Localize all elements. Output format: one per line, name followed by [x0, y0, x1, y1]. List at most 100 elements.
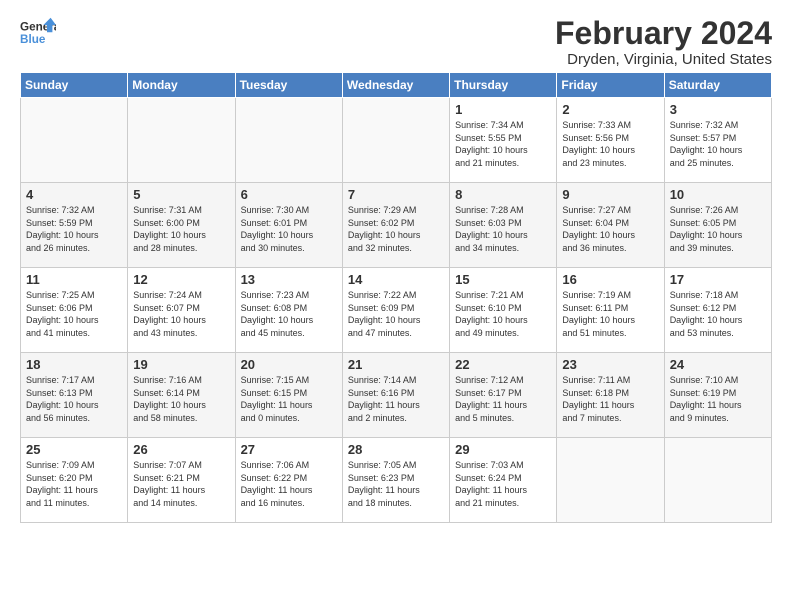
day-number: 21 [348, 357, 445, 372]
calendar-week-1: 1 Sunrise: 7:34 AM Sunset: 5:55 PM Daylig… [21, 98, 772, 183]
day-info: Sunrise: 7:24 AM Sunset: 6:07 PM Dayligh… [133, 289, 230, 339]
day-number: 7 [348, 187, 445, 202]
day-info: Sunrise: 7:06 AM Sunset: 6:22 PM Dayligh… [241, 459, 338, 509]
calendar-day [664, 438, 771, 523]
day-number: 8 [455, 187, 552, 202]
calendar-day: 2 Sunrise: 7:33 AM Sunset: 5:56 PM Daylig… [557, 98, 664, 183]
calendar-day: 12 Sunrise: 7:24 AM Sunset: 6:07 PM Dayli… [128, 268, 235, 353]
day-number: 12 [133, 272, 230, 287]
calendar-day: 27 Sunrise: 7:06 AM Sunset: 6:22 PM Dayli… [235, 438, 342, 523]
calendar-day: 6 Sunrise: 7:30 AM Sunset: 6:01 PM Daylig… [235, 183, 342, 268]
calendar-day [128, 98, 235, 183]
day-info: Sunrise: 7:23 AM Sunset: 6:08 PM Dayligh… [241, 289, 338, 339]
day-number: 25 [26, 442, 123, 457]
day-info: Sunrise: 7:10 AM Sunset: 6:19 PM Dayligh… [670, 374, 767, 424]
day-number: 14 [348, 272, 445, 287]
title-block: February 2024 Dryden, Virginia, United S… [555, 16, 772, 68]
day-number: 1 [455, 102, 552, 117]
location: Dryden, Virginia, United States [555, 51, 772, 68]
col-sunday: Sunday [21, 73, 128, 98]
day-info: Sunrise: 7:33 AM Sunset: 5:56 PM Dayligh… [562, 119, 659, 169]
calendar-week-2: 4 Sunrise: 7:32 AM Sunset: 5:59 PM Daylig… [21, 183, 772, 268]
day-info: Sunrise: 7:17 AM Sunset: 6:13 PM Dayligh… [26, 374, 123, 424]
day-number: 26 [133, 442, 230, 457]
svg-text:Blue: Blue [20, 33, 46, 46]
day-number: 2 [562, 102, 659, 117]
col-monday: Monday [128, 73, 235, 98]
calendar-day [557, 438, 664, 523]
day-number: 13 [241, 272, 338, 287]
day-info: Sunrise: 7:16 AM Sunset: 6:14 PM Dayligh… [133, 374, 230, 424]
day-number: 24 [670, 357, 767, 372]
calendar-day [21, 98, 128, 183]
day-number: 18 [26, 357, 123, 372]
day-number: 27 [241, 442, 338, 457]
day-number: 3 [670, 102, 767, 117]
day-number: 11 [26, 272, 123, 287]
calendar-day: 14 Sunrise: 7:22 AM Sunset: 6:09 PM Dayli… [342, 268, 449, 353]
calendar-day: 13 Sunrise: 7:23 AM Sunset: 6:08 PM Dayli… [235, 268, 342, 353]
calendar-day [235, 98, 342, 183]
day-info: Sunrise: 7:03 AM Sunset: 6:24 PM Dayligh… [455, 459, 552, 509]
calendar-day: 7 Sunrise: 7:29 AM Sunset: 6:02 PM Daylig… [342, 183, 449, 268]
calendar-day: 9 Sunrise: 7:27 AM Sunset: 6:04 PM Daylig… [557, 183, 664, 268]
day-info: Sunrise: 7:27 AM Sunset: 6:04 PM Dayligh… [562, 204, 659, 254]
day-info: Sunrise: 7:32 AM Sunset: 5:57 PM Dayligh… [670, 119, 767, 169]
calendar-day: 26 Sunrise: 7:07 AM Sunset: 6:21 PM Dayli… [128, 438, 235, 523]
day-number: 9 [562, 187, 659, 202]
day-info: Sunrise: 7:25 AM Sunset: 6:06 PM Dayligh… [26, 289, 123, 339]
calendar-day: 25Sunrise: 7:09 AM Sunset: 6:20 PM Dayli… [21, 438, 128, 523]
main-container: General Blue February 2024 Dryden, Virgi… [0, 0, 792, 533]
calendar-day: 3 Sunrise: 7:32 AM Sunset: 5:57 PM Daylig… [664, 98, 771, 183]
day-info: Sunrise: 7:30 AM Sunset: 6:01 PM Dayligh… [241, 204, 338, 254]
calendar-day: 17Sunrise: 7:18 AM Sunset: 6:12 PM Dayli… [664, 268, 771, 353]
calendar-day: 18 Sunrise: 7:17 AM Sunset: 6:13 PM Dayli… [21, 353, 128, 438]
day-info: Sunrise: 7:29 AM Sunset: 6:02 PM Dayligh… [348, 204, 445, 254]
calendar-day: 5 Sunrise: 7:31 AM Sunset: 6:00 PM Daylig… [128, 183, 235, 268]
day-number: 20 [241, 357, 338, 372]
day-info: Sunrise: 7:21 AM Sunset: 6:10 PM Dayligh… [455, 289, 552, 339]
calendar-day: 28Sunrise: 7:05 AM Sunset: 6:23 PM Dayli… [342, 438, 449, 523]
day-number: 6 [241, 187, 338, 202]
day-info: Sunrise: 7:32 AM Sunset: 5:59 PM Dayligh… [26, 204, 123, 254]
day-number: 4 [26, 187, 123, 202]
calendar-week-4: 18 Sunrise: 7:17 AM Sunset: 6:13 PM Dayli… [21, 353, 772, 438]
day-info: Sunrise: 7:05 AM Sunset: 6:23 PM Dayligh… [348, 459, 445, 509]
day-number: 10 [670, 187, 767, 202]
calendar-week-5: 25Sunrise: 7:09 AM Sunset: 6:20 PM Dayli… [21, 438, 772, 523]
calendar-week-3: 11 Sunrise: 7:25 AM Sunset: 6:06 PM Dayli… [21, 268, 772, 353]
header: General Blue February 2024 Dryden, Virgi… [20, 16, 772, 68]
day-number: 29 [455, 442, 552, 457]
col-tuesday: Tuesday [235, 73, 342, 98]
day-info: Sunrise: 7:07 AM Sunset: 6:21 PM Dayligh… [133, 459, 230, 509]
day-info: Sunrise: 7:28 AM Sunset: 6:03 PM Dayligh… [455, 204, 552, 254]
calendar-day: 29 Sunrise: 7:03 AM Sunset: 6:24 PM Dayli… [450, 438, 557, 523]
day-number: 16 [562, 272, 659, 287]
col-wednesday: Wednesday [342, 73, 449, 98]
calendar-day: 23 Sunrise: 7:11 AM Sunset: 6:18 PM Dayli… [557, 353, 664, 438]
day-number: 15 [455, 272, 552, 287]
day-info: Sunrise: 7:31 AM Sunset: 6:00 PM Dayligh… [133, 204, 230, 254]
calendar-day: 16Sunrise: 7:19 AM Sunset: 6:11 PM Dayli… [557, 268, 664, 353]
calendar-day: 20 Sunrise: 7:15 AM Sunset: 6:15 PM Dayli… [235, 353, 342, 438]
logo-icon: General Blue [20, 16, 56, 52]
day-info: Sunrise: 7:22 AM Sunset: 6:09 PM Dayligh… [348, 289, 445, 339]
calendar-day: 11 Sunrise: 7:25 AM Sunset: 6:06 PM Dayli… [21, 268, 128, 353]
day-info: Sunrise: 7:34 AM Sunset: 5:55 PM Dayligh… [455, 119, 552, 169]
calendar-day: 1 Sunrise: 7:34 AM Sunset: 5:55 PM Daylig… [450, 98, 557, 183]
day-info: Sunrise: 7:11 AM Sunset: 6:18 PM Dayligh… [562, 374, 659, 424]
calendar-day: 10Sunrise: 7:26 AM Sunset: 6:05 PM Dayli… [664, 183, 771, 268]
day-info: Sunrise: 7:14 AM Sunset: 6:16 PM Dayligh… [348, 374, 445, 424]
header-row: Sunday Monday Tuesday Wednesday Thursday… [21, 73, 772, 98]
day-number: 5 [133, 187, 230, 202]
calendar-day: 19Sunrise: 7:16 AM Sunset: 6:14 PM Dayli… [128, 353, 235, 438]
day-info: Sunrise: 7:15 AM Sunset: 6:15 PM Dayligh… [241, 374, 338, 424]
col-saturday: Saturday [664, 73, 771, 98]
calendar-day: 21 Sunrise: 7:14 AM Sunset: 6:16 PM Dayli… [342, 353, 449, 438]
calendar-day: 4 Sunrise: 7:32 AM Sunset: 5:59 PM Daylig… [21, 183, 128, 268]
col-friday: Friday [557, 73, 664, 98]
day-number: 17 [670, 272, 767, 287]
day-number: 23 [562, 357, 659, 372]
calendar-day: 8 Sunrise: 7:28 AM Sunset: 6:03 PM Daylig… [450, 183, 557, 268]
calendar-day: 24 Sunrise: 7:10 AM Sunset: 6:19 PM Dayli… [664, 353, 771, 438]
